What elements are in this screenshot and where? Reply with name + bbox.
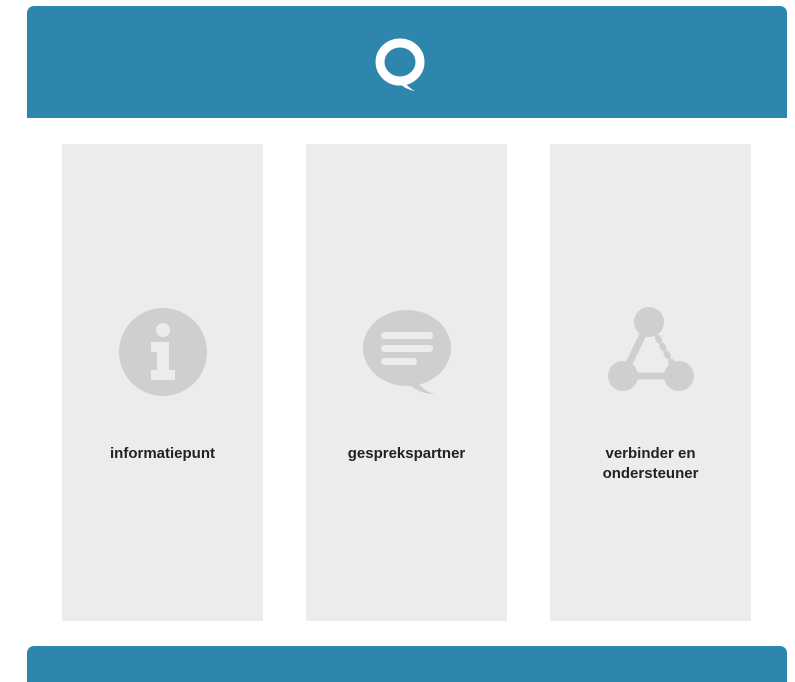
speech-bubble-logo-icon[interactable] [373, 36, 427, 94]
card-label-informatiepunt: informatiepunt [110, 445, 215, 462]
card-informatiepunt[interactable]: informatiepunt [62, 144, 263, 621]
card-label-verbinder-en-ondersteuner: verbinder en ondersteuner [602, 445, 699, 482]
card-gesprekspartner[interactable]: gesprekspartner [306, 144, 507, 621]
header-bar [27, 6, 787, 118]
card-label-gesprekspartner: gesprekspartner [347, 445, 466, 462]
network-nodes-icon [607, 307, 694, 391]
card-verbinder-en-ondersteuner[interactable]: verbinder en ondersteuner [550, 144, 751, 621]
role-cards: informatiepunt gesprekspartner verbinder… [62, 144, 752, 621]
chat-bubble-icon [362, 310, 451, 394]
app-frame: informatiepunt gesprekspartner verbinder… [27, 6, 787, 682]
info-icon [118, 308, 207, 396]
footer-bar [27, 646, 787, 682]
